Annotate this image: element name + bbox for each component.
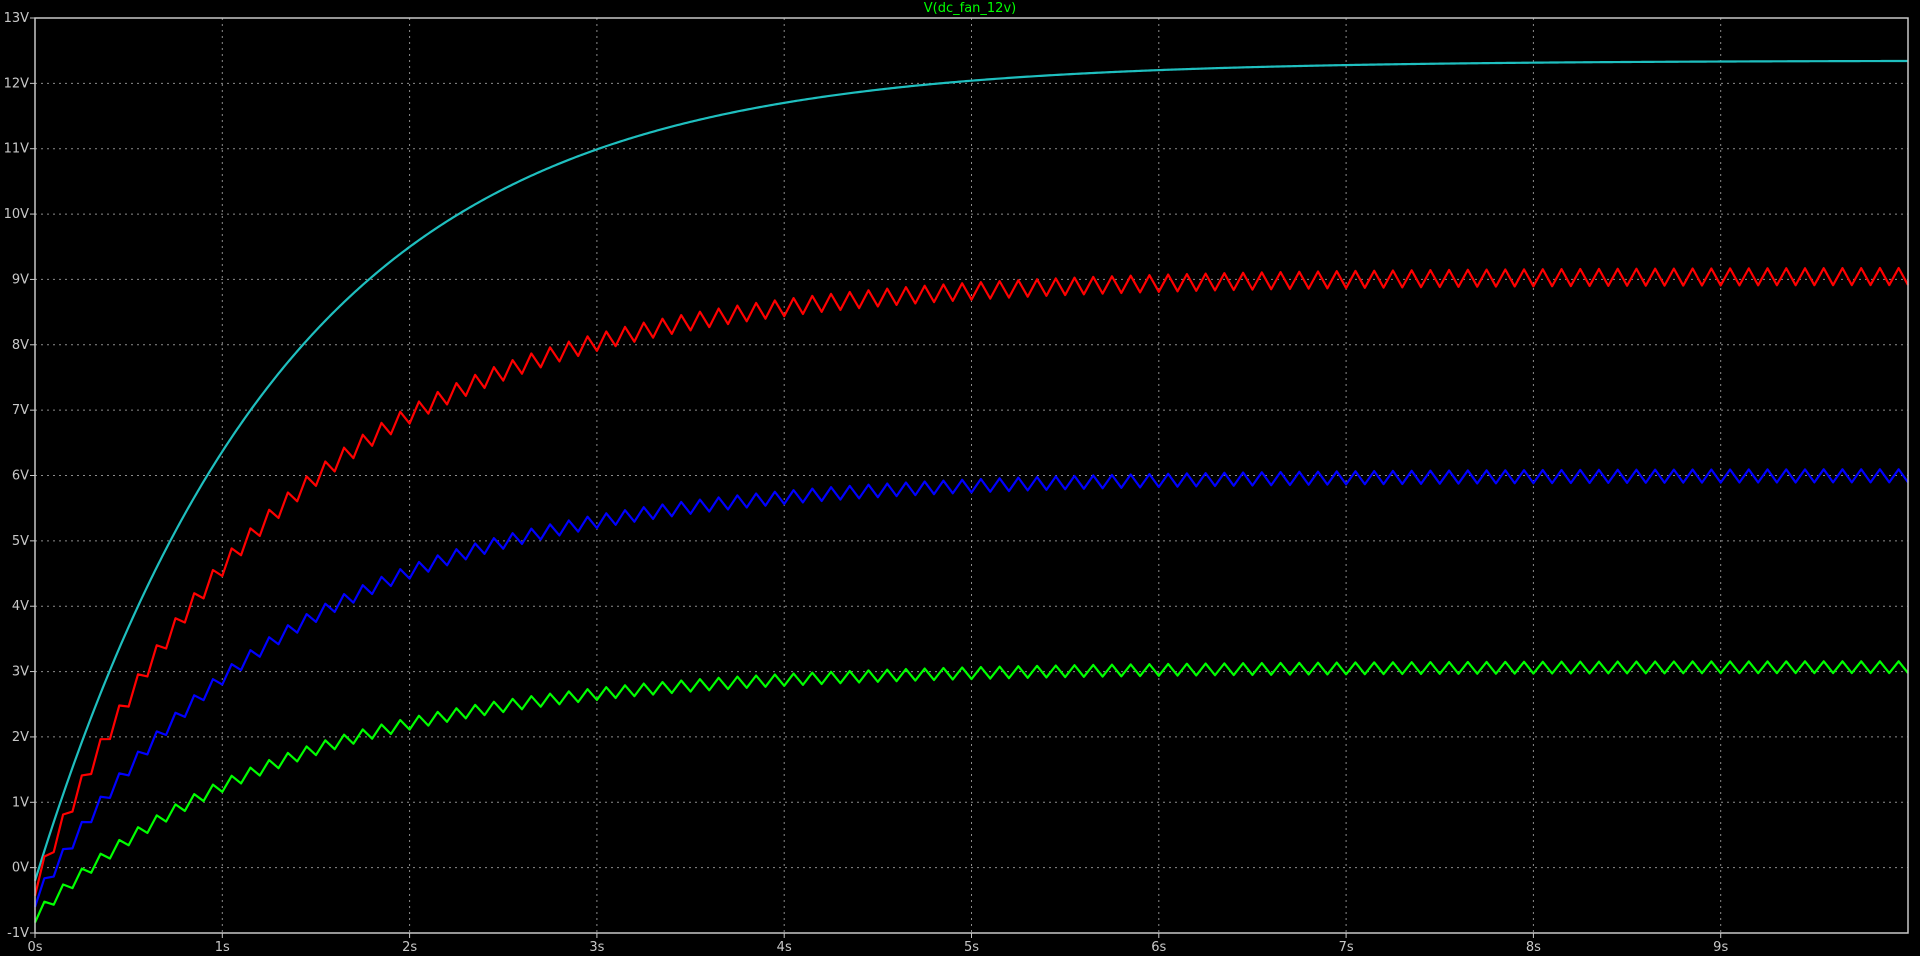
x-tick-label: 3s [589,940,604,955]
waveform-plot[interactable]: V(dc_fan_12v) 0s 1s 2s 3s 4s 5s 6s 7s 8s 9s -1V 0V… [0,0,1920,956]
y-tick-label: 0V [12,861,29,876]
x-tick-label: 7s [1339,940,1354,955]
y-tick-label: 7V [12,403,29,418]
x-tick-label: 2s [402,940,417,955]
y-tick-label: 1V [12,795,29,810]
x-tick-label: 9s [1713,940,1728,955]
x-tick-label: 0s [27,940,42,955]
y-tick-label: 10V [4,207,30,222]
x-tick-label: 8s [1526,940,1541,955]
x-tick-label: 4s [777,940,792,955]
y-tick-label: 3V [12,665,29,680]
y-tick-label: 12V [4,76,30,91]
y-tick-label: 6V [12,469,29,484]
plot-background [0,0,1920,956]
y-tick-label: 13V [4,11,30,26]
trace-title[interactable]: V(dc_fan_12v) [924,1,1016,16]
y-tick-label: 9V [12,272,29,287]
y-tick-label: 4V [12,599,29,614]
x-tick-label: 5s [964,940,979,955]
x-tick-label: 1s [215,940,230,955]
waveform-viewer: V(dc_fan_12v) 0s 1s 2s 3s 4s 5s 6s 7s 8s 9s -1V 0V… [0,0,1920,956]
y-tick-label: -1V [7,926,29,941]
y-tick-label: 5V [12,534,29,549]
y-tick-label: 8V [12,338,29,353]
x-tick-label: 6s [1151,940,1166,955]
y-tick-label: 11V [4,142,30,157]
y-tick-label: 2V [12,730,29,745]
